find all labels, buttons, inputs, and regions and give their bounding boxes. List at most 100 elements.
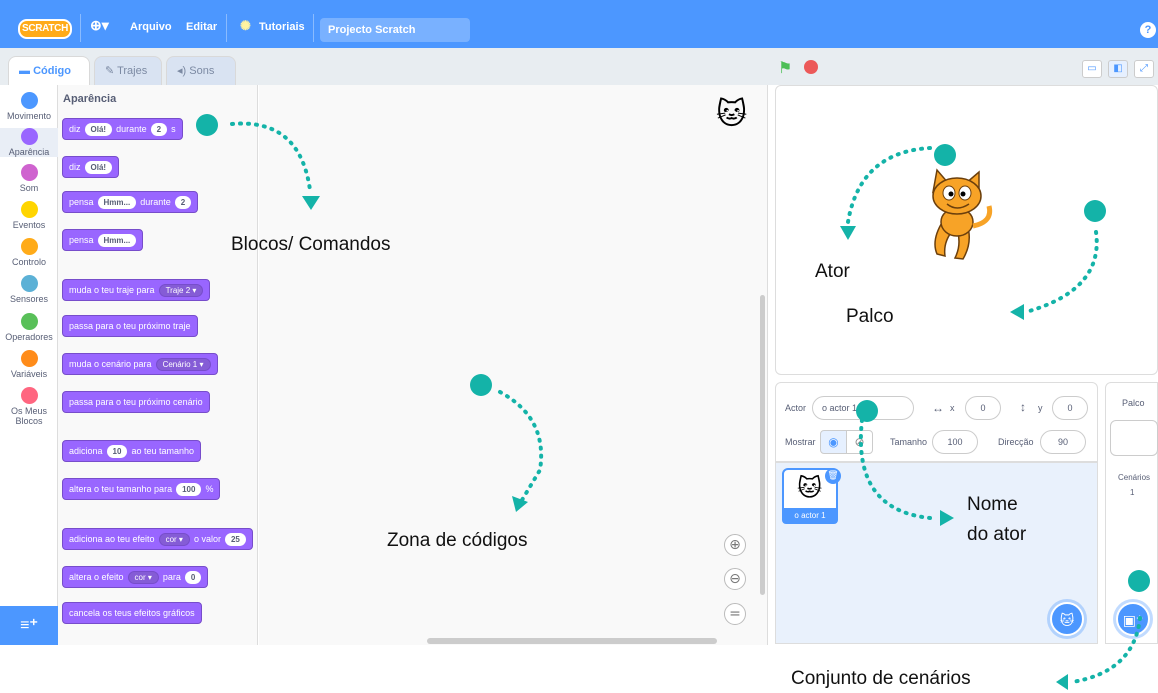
zoom-in-icon[interactable]: ⊕ [724,534,746,556]
category-looks[interactable]: Aparência [0,128,58,157]
tab-sounds-label: Sons [189,65,215,77]
add-extension-button[interactable]: ≡⁺ [0,606,58,645]
block-set-effect[interactable]: altera o efeito cor ▾ para 0 [62,566,209,588]
category-my-blocks[interactable]: Os Meus Blocos [0,387,58,426]
block-input[interactable]: 100 [176,482,202,496]
block-next-backdrop[interactable]: passa para o teu próximo cenário [62,391,210,413]
block-input[interactable]: 2 [174,195,192,209]
tutorials-menu[interactable]: Tutoriais [259,21,305,33]
backdrop-thumbnail[interactable] [1110,420,1158,456]
annotation-marker [856,400,878,422]
project-title-input[interactable]: Projecto Scratch [320,18,470,42]
x-input[interactable]: 0 [965,396,1001,420]
horizontal-arrows-icon: ↔ [932,401,944,415]
block-input[interactable]: 25 [224,532,246,546]
block-input[interactable]: Hmm... [97,195,137,209]
zoom-out-icon[interactable]: ⊖ [724,568,746,590]
block-text: altera o efeito [69,572,124,582]
direction-input[interactable]: 90 [1040,430,1086,454]
category-dot [20,164,38,181]
block-text: altera o teu tamanho para [69,484,173,494]
block-next-costume[interactable]: passa para o teu próximo traje [62,315,198,337]
block-text: diz [69,124,81,134]
stop-icon[interactable] [804,60,818,74]
block-text: pensa [69,235,94,245]
block-set-size[interactable]: altera o teu tamanho para 100 % [62,478,221,500]
actor-label: Actor [785,403,807,413]
x-label: x [950,403,955,413]
tab-costumes[interactable]: ✎ Trajes [94,56,162,85]
block-input[interactable]: Hmm... [97,233,137,247]
block-text: durante [140,197,171,207]
effect-dropdown[interactable]: cor ▾ [127,570,159,584]
menu-divider [313,14,314,42]
backdrop-dropdown[interactable]: Cenário 1 ▾ [155,357,211,371]
category-dot [20,128,38,145]
y-input[interactable]: 0 [1052,396,1088,420]
file-menu[interactable]: Arquivo [130,21,172,33]
size-input[interactable]: 100 [932,430,978,454]
add-backdrop-button[interactable]: ▣⁺ [1116,602,1150,636]
globe-icon[interactable]: ⊕▾ [90,17,109,34]
category-label: Aparência [8,147,50,157]
block-think[interactable]: pensa Hmm... [62,229,144,251]
y-label: y [1038,403,1043,413]
tab-code[interactable]: ▬ Código [8,56,90,86]
green-flag-icon[interactable]: ⚑ [778,58,794,77]
tab-sounds[interactable]: ◂) Sons [166,56,236,85]
hide-icon[interactable]: ⊘ [846,430,873,454]
help-icon[interactable]: ? [1140,22,1156,38]
block-think-for[interactable]: pensa Hmm... durante 2 [62,191,199,213]
tab-code-label: Código [33,65,71,77]
category-sound[interactable]: Som [0,164,58,193]
block-switch-costume[interactable]: muda o teu traje para Traje 2 ▾ [62,279,211,301]
vertical-scrollbar[interactable] [760,295,765,595]
scratch-logo[interactable]: SCRATCH [18,19,72,39]
category-operators[interactable]: Operadores [0,313,58,342]
block-switch-backdrop[interactable]: muda o cenário para Cenário 1 ▾ [62,353,218,375]
tab-costumes-label: Trajes [117,65,148,77]
category-dot [20,201,38,218]
category-events[interactable]: Eventos [0,201,58,230]
category-dot [20,92,38,109]
block-input[interactable]: 10 [106,444,128,458]
fullscreen-icon[interactable]: ⤢ [1134,60,1154,78]
show-label: Mostrar [785,437,816,447]
zoom-reset-icon[interactable]: = [724,603,746,625]
cat-sprite-icon: 🐱 [797,474,823,502]
block-text: o valor [193,534,221,544]
block-input[interactable]: 2 [150,122,168,136]
block-clear-effects[interactable]: cancela os teus efeitos gráficos [62,602,202,624]
annotation-stage: Palco [846,306,894,327]
annotation-actor-name-1: Nome [967,494,1018,515]
code-area[interactable] [259,85,768,645]
block-say-for[interactable]: diz Olá! durante 2 s [62,118,183,140]
menu-divider [80,14,81,42]
block-change-size[interactable]: adiciona 10 ao teu tamanho [62,440,201,462]
block-input[interactable]: Olá! [84,160,113,174]
block-text: muda o cenário para [69,359,152,369]
normal-stage-icon[interactable]: ◧ [1108,60,1128,78]
effect-dropdown[interactable]: cor ▾ [158,532,190,546]
show-visible-icon[interactable]: ◉ [820,430,847,454]
block-input[interactable]: 0 [184,570,202,584]
edit-menu[interactable]: Editar [186,21,217,33]
costume-dropdown[interactable]: Traje 2 ▾ [158,283,204,297]
block-text: s [171,124,176,134]
block-say[interactable]: diz Olá! [62,156,120,178]
block-change-effect[interactable]: adiciona ao teu efeito cor ▾ o valor 25 [62,528,253,550]
category-motion[interactable]: Movimento [0,92,58,121]
annotation-code-zone: Zona de códigos [387,530,528,551]
cat-sprite[interactable] [915,166,999,262]
horizontal-scrollbar[interactable] [427,638,717,644]
category-sensing[interactable]: Sensores [0,275,58,304]
category-control[interactable]: Controlo [0,238,58,267]
annotation-marker [196,114,218,136]
block-text: passa para o teu próximo cenário [69,397,203,407]
block-input[interactable]: Olá! [84,122,113,136]
category-variables[interactable]: Variáveis [0,350,58,379]
backdrops-count: 1 [1130,488,1135,497]
small-stage-icon[interactable]: ▭ [1082,60,1102,78]
trash-icon[interactable]: 🗑 [825,468,841,484]
add-sprite-button[interactable]: 🐱 [1050,602,1084,636]
